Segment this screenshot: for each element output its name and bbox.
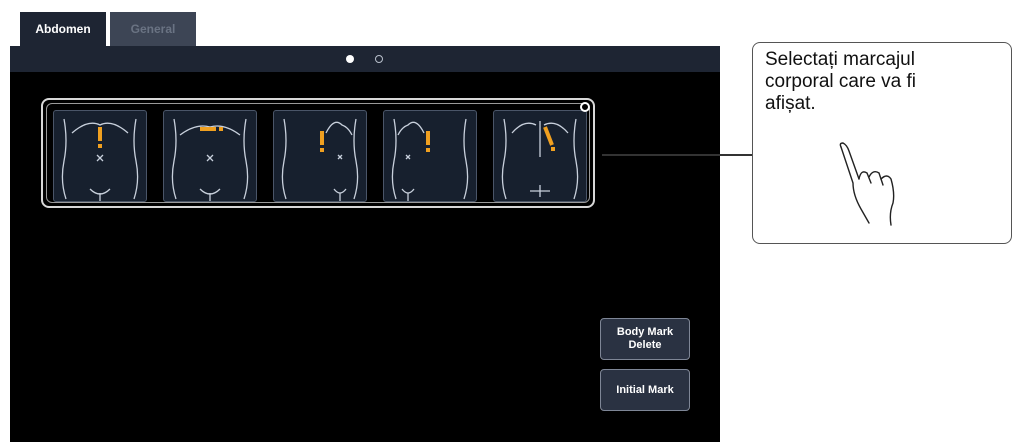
pointing-hand-icon: [839, 142, 895, 226]
abdomen-probe-left-icon: [391, 118, 469, 201]
abdomen-probe-upper-horizontal-icon: [171, 118, 249, 201]
initial-mark-button[interactable]: Initial Mark: [600, 369, 690, 411]
body-mark-2[interactable]: [163, 110, 257, 202]
body-mark-4[interactable]: [383, 110, 477, 202]
callout-leader-line: [602, 154, 752, 156]
tab-abdomen[interactable]: Abdomen: [20, 12, 106, 46]
instruction-callout: Selectați marcajul corporal care va fi a…: [752, 42, 1012, 244]
page-dot-active[interactable]: [346, 55, 354, 63]
tab-general[interactable]: General: [110, 12, 196, 46]
abdomen-probe-upper-left-icon: [61, 118, 139, 201]
callout-anchor-dot: [580, 102, 590, 112]
callout-text: Selectați marcajul corporal care va fi a…: [765, 49, 917, 114]
body-mark-selection-group: [41, 98, 595, 208]
page-indicator-bar: [10, 46, 720, 72]
body-mark-delete-button[interactable]: Body Mark Delete: [600, 318, 690, 360]
page-dot-inactive[interactable]: [375, 55, 383, 63]
body-mark-1[interactable]: [53, 110, 147, 202]
abdomen-probe-right-icon: [281, 118, 359, 201]
abdomen-probe-oblique-icon: [501, 118, 579, 200]
body-mark-screen: Body Mark Delete Initial Mark: [10, 46, 720, 442]
body-mark-5[interactable]: [493, 110, 587, 202]
body-mark-3[interactable]: [273, 110, 367, 202]
